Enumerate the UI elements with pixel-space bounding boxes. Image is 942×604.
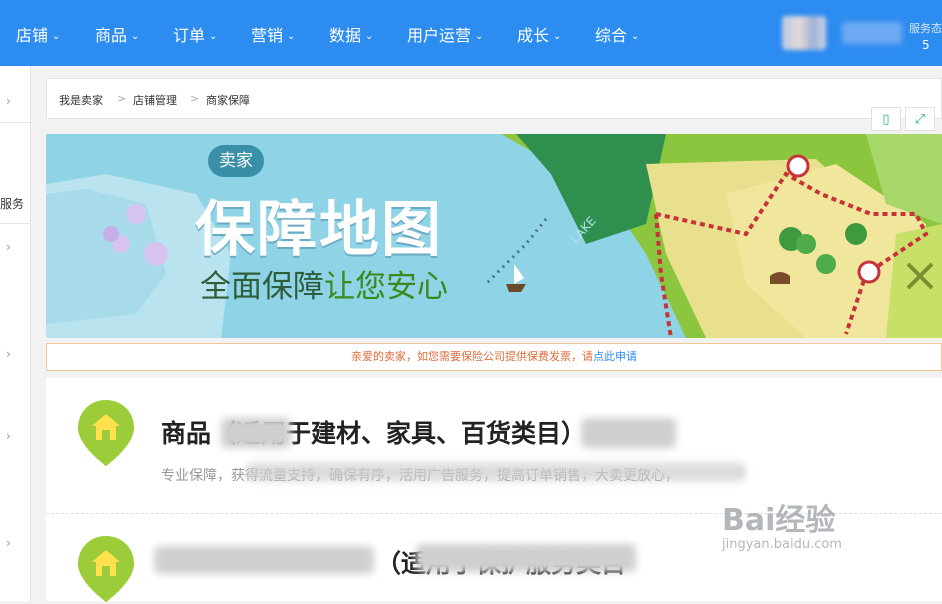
fullscreen-button[interactable]: ⤢	[905, 107, 935, 131]
nav-item-label: 综合	[595, 26, 628, 45]
sidebar-item-label[interactable]: 服务	[0, 195, 24, 212]
home-pin-icon	[78, 536, 134, 602]
nav-item-label: 订单	[173, 26, 206, 45]
nav-item-marketing[interactable]: 营销 ⌄	[251, 22, 295, 46]
baidu-jingyan-watermark: Bai经验 jingyan.baidu.com	[722, 495, 842, 552]
chevron-right-icon[interactable]: ›	[6, 536, 11, 550]
chevron-down-icon: ⌄	[631, 31, 640, 42]
banner-title: 保障地图	[195, 195, 443, 265]
invoice-notice: 亲爱的卖家，如您需要保险公司提供保费发票，请点此申请	[46, 343, 942, 371]
breadcrumb-item: 商家保障	[206, 94, 250, 107]
expand-icon: ⤢	[914, 111, 926, 127]
chevron-right-icon[interactable]: ›	[6, 347, 11, 361]
chevron-right-icon[interactable]: ›	[6, 94, 11, 108]
chevron-down-icon: ⌄	[52, 31, 61, 42]
banner-subtitle-part1: 全面保障	[200, 269, 324, 305]
nav-item-label: 商品	[95, 26, 128, 45]
nav-item-label: 用户运营	[407, 26, 472, 45]
notice-text: 亲爱的卖家，如您需要保险公司提供保费发票，请	[351, 350, 593, 363]
chevron-right-icon[interactable]: ›	[6, 429, 11, 443]
nav-item-general[interactable]: 综合 ⌄	[595, 22, 639, 46]
nav-item-label: 店铺	[16, 26, 49, 45]
nav-item-orders[interactable]: 订单 ⌄	[173, 22, 217, 46]
phone-icon: ▯	[882, 111, 890, 127]
breadcrumb-separator: >	[190, 92, 200, 105]
nav-item-label: 成长	[517, 26, 550, 45]
redacted-text	[416, 544, 636, 572]
watermark-url: jingyan.baidu.com	[722, 537, 842, 552]
guarantee-card[interactable]: 商品（适用于建材、家具、百货类目） 专业保障，获得流量支持，确保有序，活用广告服…	[46, 378, 942, 514]
main-content: 我是卖家 > 店铺管理 > 商家保障 ▯ ⤢ LAKE 卖家 保障地图 全面保障…	[46, 78, 942, 602]
nav-item-user-ops[interactable]: 用户运营 ⌄	[407, 22, 483, 46]
avatar[interactable]	[782, 16, 826, 50]
user-name-blurred[interactable]	[842, 22, 902, 44]
service-score-label: 服务态	[909, 22, 942, 35]
redacted-text	[154, 546, 374, 574]
chevron-down-icon: ⌄	[365, 31, 374, 42]
banner-map-illustration: LAKE	[46, 134, 942, 338]
seller-badge: 卖家	[208, 145, 264, 177]
nav-item-growth[interactable]: 成长 ⌄	[517, 22, 561, 46]
breadcrumb-item[interactable]: 店铺管理	[133, 92, 177, 108]
service-score-value: 5	[922, 38, 930, 52]
redacted-text	[581, 418, 676, 448]
nav-item-goods[interactable]: 商品 ⌄	[95, 22, 139, 46]
mobile-view-button[interactable]: ▯	[871, 107, 901, 131]
sidebar-divider	[0, 122, 30, 123]
breadcrumb: 我是卖家 > 店铺管理 > 商家保障	[46, 78, 942, 119]
watermark-brand: Bai经验	[722, 503, 836, 538]
nav-item-label: 营销	[251, 26, 284, 45]
chevron-down-icon: ⌄	[209, 31, 218, 42]
breadcrumb-separator: >	[117, 92, 127, 105]
nav-item-label: 数据	[329, 26, 362, 45]
redacted-text	[221, 418, 291, 448]
sidebar-divider	[0, 223, 30, 224]
chevron-down-icon: ⌄	[287, 31, 296, 42]
banner-subtitle: 全面保障让您安心	[200, 261, 448, 306]
redacted-text	[246, 463, 746, 481]
banner-subtitle-part2: 让您安心	[324, 269, 448, 305]
left-sidebar: › 服务 › › › ›	[0, 66, 31, 601]
home-pin-icon	[78, 400, 134, 466]
apply-invoice-link[interactable]: 点此申请	[593, 350, 637, 363]
chevron-down-icon: ⌄	[131, 31, 140, 42]
guarantee-map-banner: LAKE 卖家 保障地图 全面保障让您安心	[46, 134, 942, 338]
top-navigation-bar: 店铺 ⌄ 商品 ⌄ 订单 ⌄ 营销 ⌄ 数据 ⌄ 用户运营 ⌄ 成长 ⌄ 综合 ⌄ 服务态 5	[0, 0, 942, 66]
chevron-down-icon: ⌄	[553, 31, 562, 42]
chevron-down-icon: ⌄	[475, 31, 484, 42]
nav-item-data[interactable]: 数据 ⌄	[329, 22, 373, 46]
nav-item-store[interactable]: 店铺 ⌄	[16, 22, 60, 46]
chevron-right-icon[interactable]: ›	[6, 240, 11, 254]
breadcrumb-item[interactable]: 我是卖家	[59, 92, 103, 108]
